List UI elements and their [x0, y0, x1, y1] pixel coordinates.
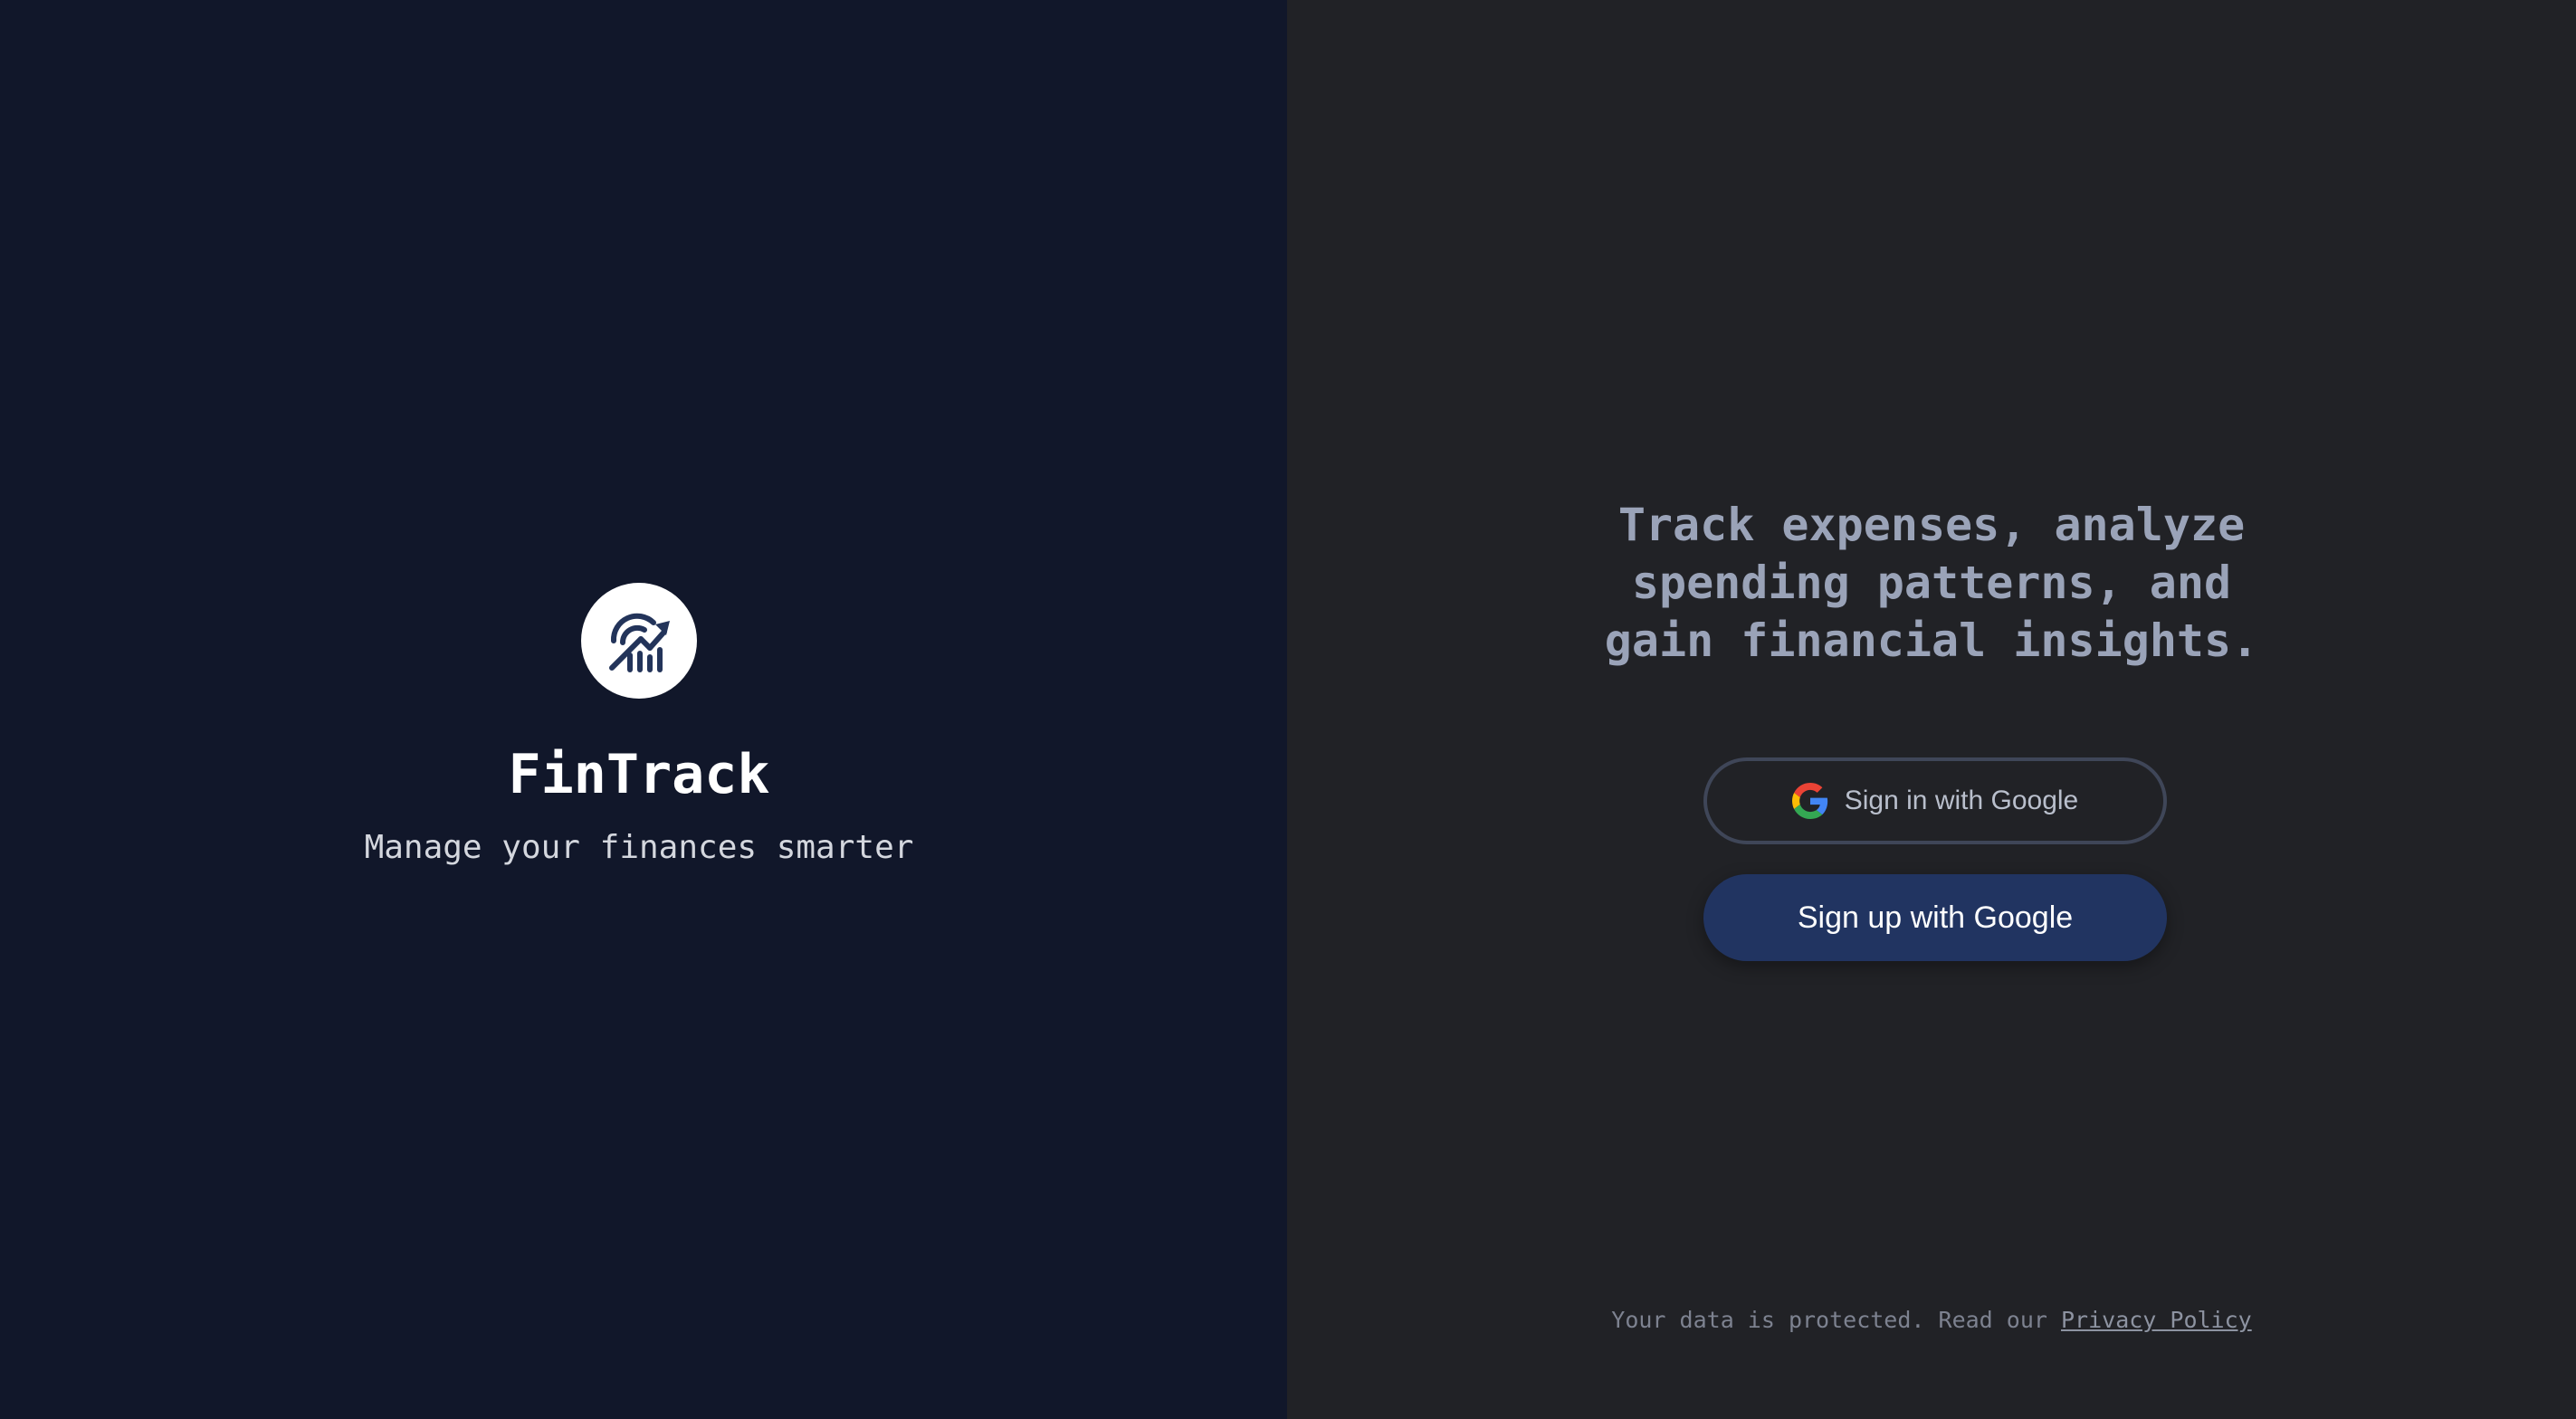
privacy-note: Your data is protected. Read our Privacy…: [1287, 1305, 2576, 1336]
app-subtitle: Manage your finances smarter: [364, 829, 914, 866]
google-icon: [1791, 783, 1827, 819]
sign-up-label: Sign up with Google: [1797, 900, 2074, 935]
brand-panel: [0, 0, 1287, 1419]
sign-in-label: Sign in with Google: [1844, 786, 2079, 815]
auth-panel: [1287, 0, 2576, 1419]
sign-up-google-button[interactable]: Sign up with Google: [1703, 874, 2167, 961]
tagline-line: spending patterns, and: [1631, 557, 2232, 609]
privacy-policy-link[interactable]: Privacy Policy: [2061, 1307, 2252, 1333]
sign-in-google-button[interactable]: Sign in with Google: [1703, 757, 2167, 844]
hero-tagline: Track expenses, analyze spending pattern…: [1287, 496, 2576, 670]
app-logo: [581, 583, 697, 699]
tagline-line: gain financial insights.: [1604, 614, 2259, 667]
app-title: FinTrack: [508, 743, 770, 806]
chart-growth-icon: [609, 613, 670, 672]
tagline-line: Track expenses, analyze: [1617, 499, 2246, 551]
privacy-note-text: Your data is protected. Read our: [1611, 1307, 2047, 1333]
